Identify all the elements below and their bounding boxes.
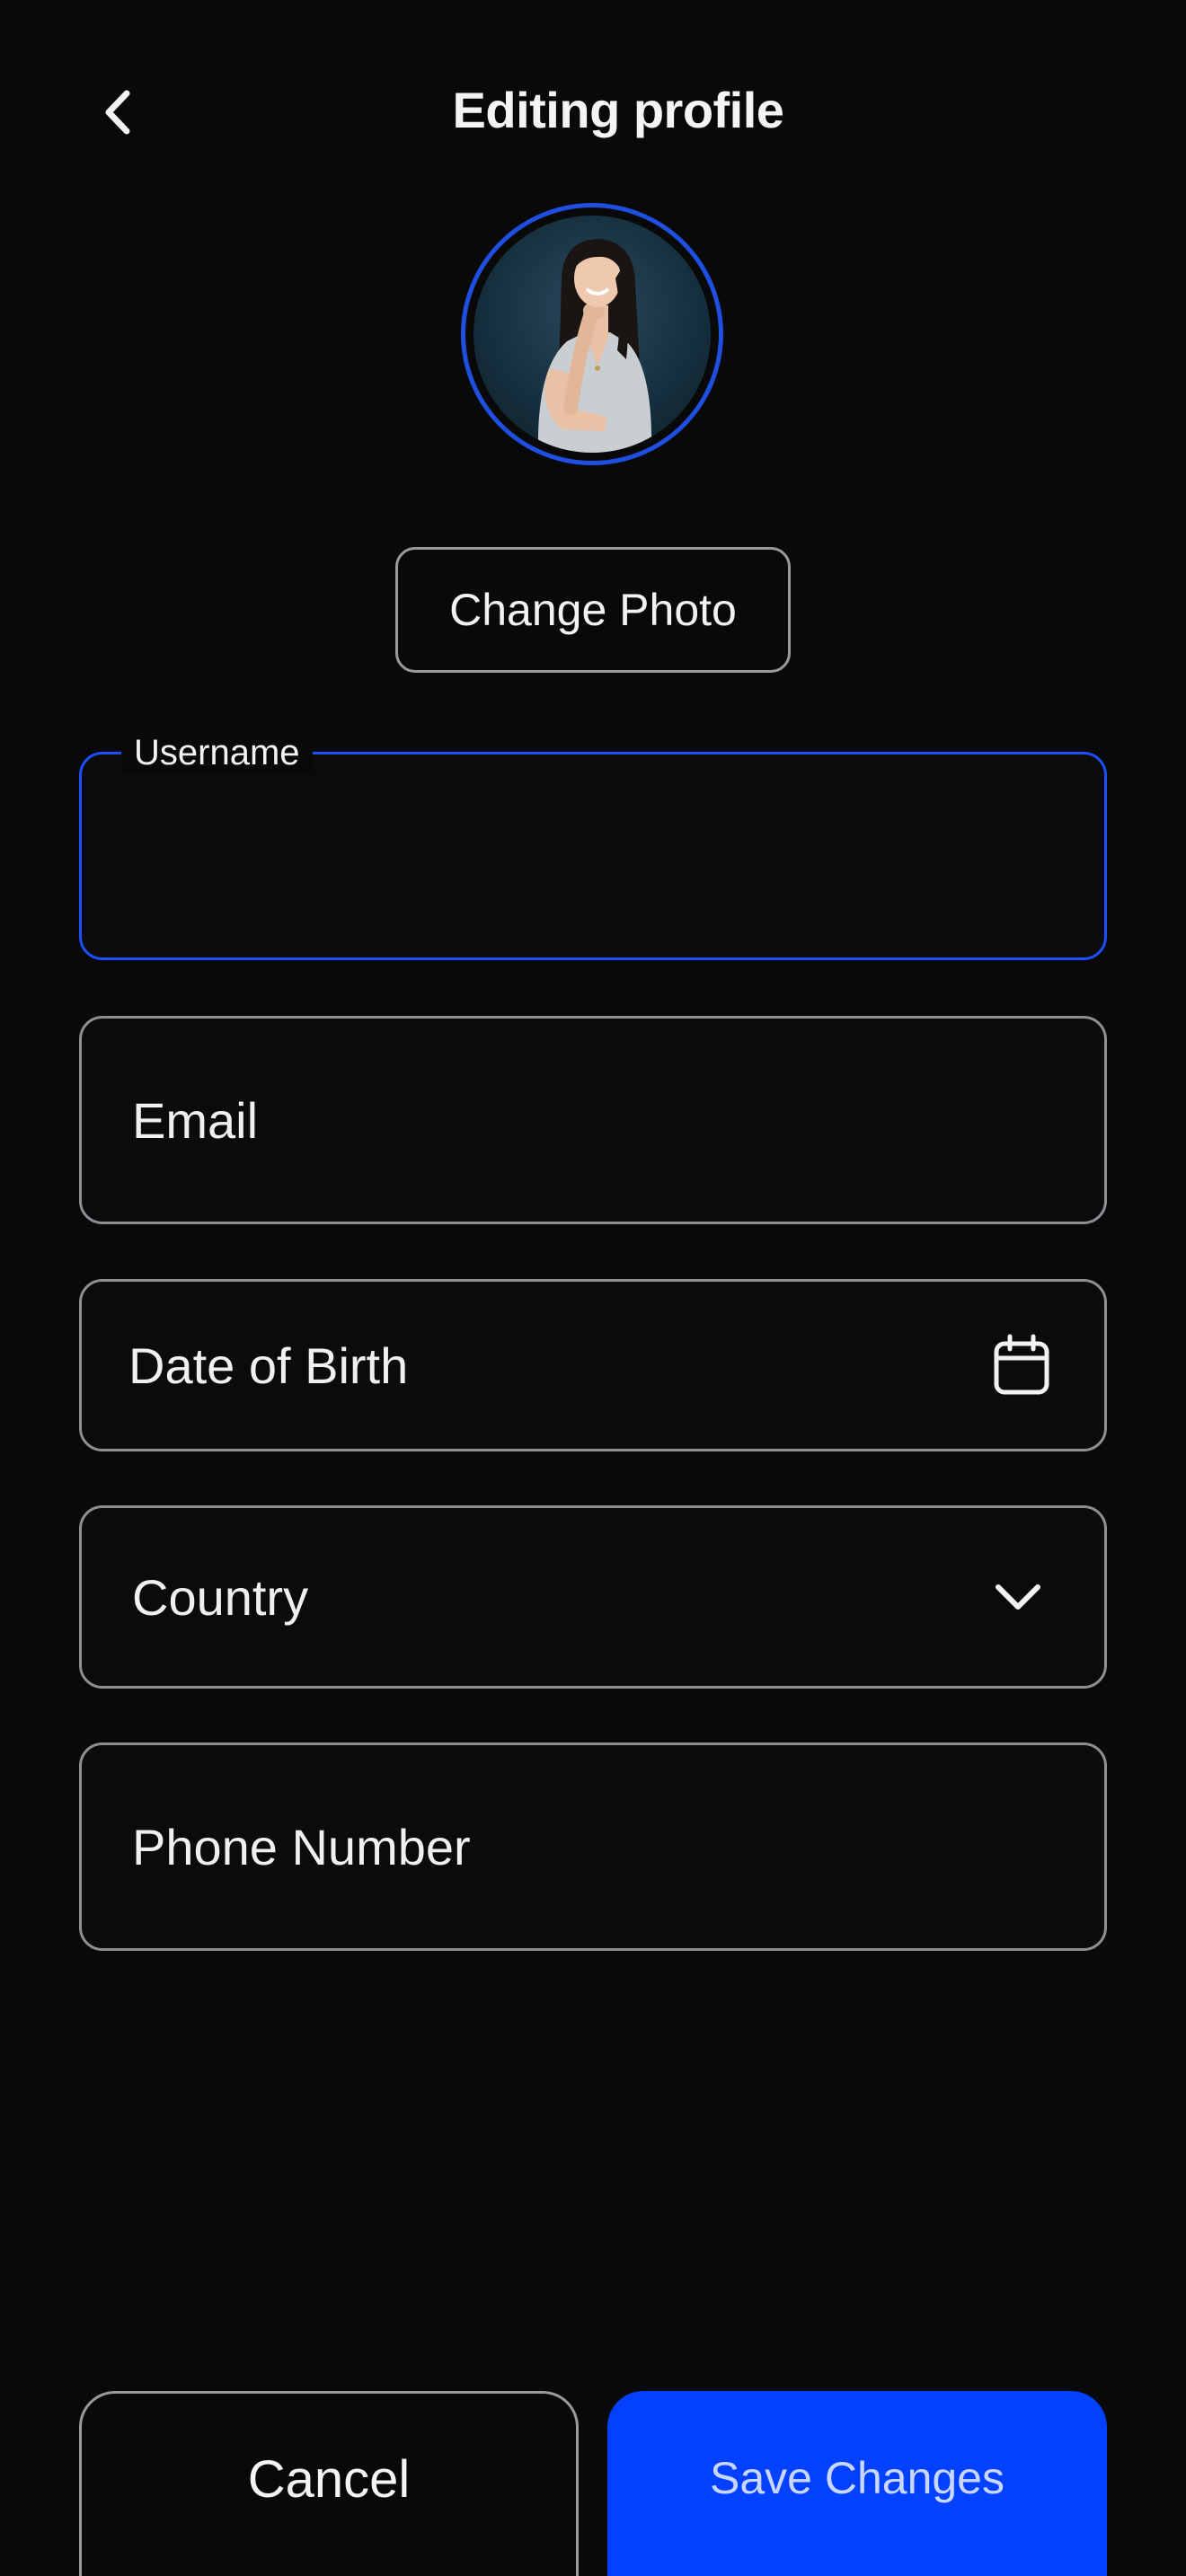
date-of-birth-field[interactable]	[79, 1279, 1107, 1451]
chevron-down-icon	[996, 1584, 1040, 1610]
country-dropdown-toggle[interactable]	[982, 1561, 1054, 1633]
date-of-birth-input[interactable]	[128, 1336, 986, 1395]
person-illustration	[537, 239, 652, 453]
email-field[interactable]	[79, 1016, 1107, 1224]
calendar-button[interactable]	[986, 1329, 1058, 1401]
country-select[interactable]	[79, 1505, 1107, 1689]
calendar-icon	[994, 1334, 1049, 1395]
username-input[interactable]	[132, 826, 1054, 886]
country-input[interactable]	[132, 1567, 982, 1627]
page-title: Editing profile	[452, 82, 784, 138]
email-input[interactable]	[132, 1090, 1054, 1150]
change-photo-button[interactable]: Change Photo	[395, 547, 791, 673]
cancel-button[interactable]: Cancel	[79, 2391, 579, 2576]
avatar[interactable]	[461, 203, 723, 465]
phone-number-field[interactable]	[79, 1742, 1107, 1951]
username-label: Username	[121, 733, 313, 772]
phone-number-input[interactable]	[132, 1817, 1054, 1876]
avatar-photo	[474, 216, 711, 453]
save-changes-button[interactable]: Save Changes	[607, 2391, 1107, 2576]
username-field[interactable]: Username	[79, 733, 1107, 960]
